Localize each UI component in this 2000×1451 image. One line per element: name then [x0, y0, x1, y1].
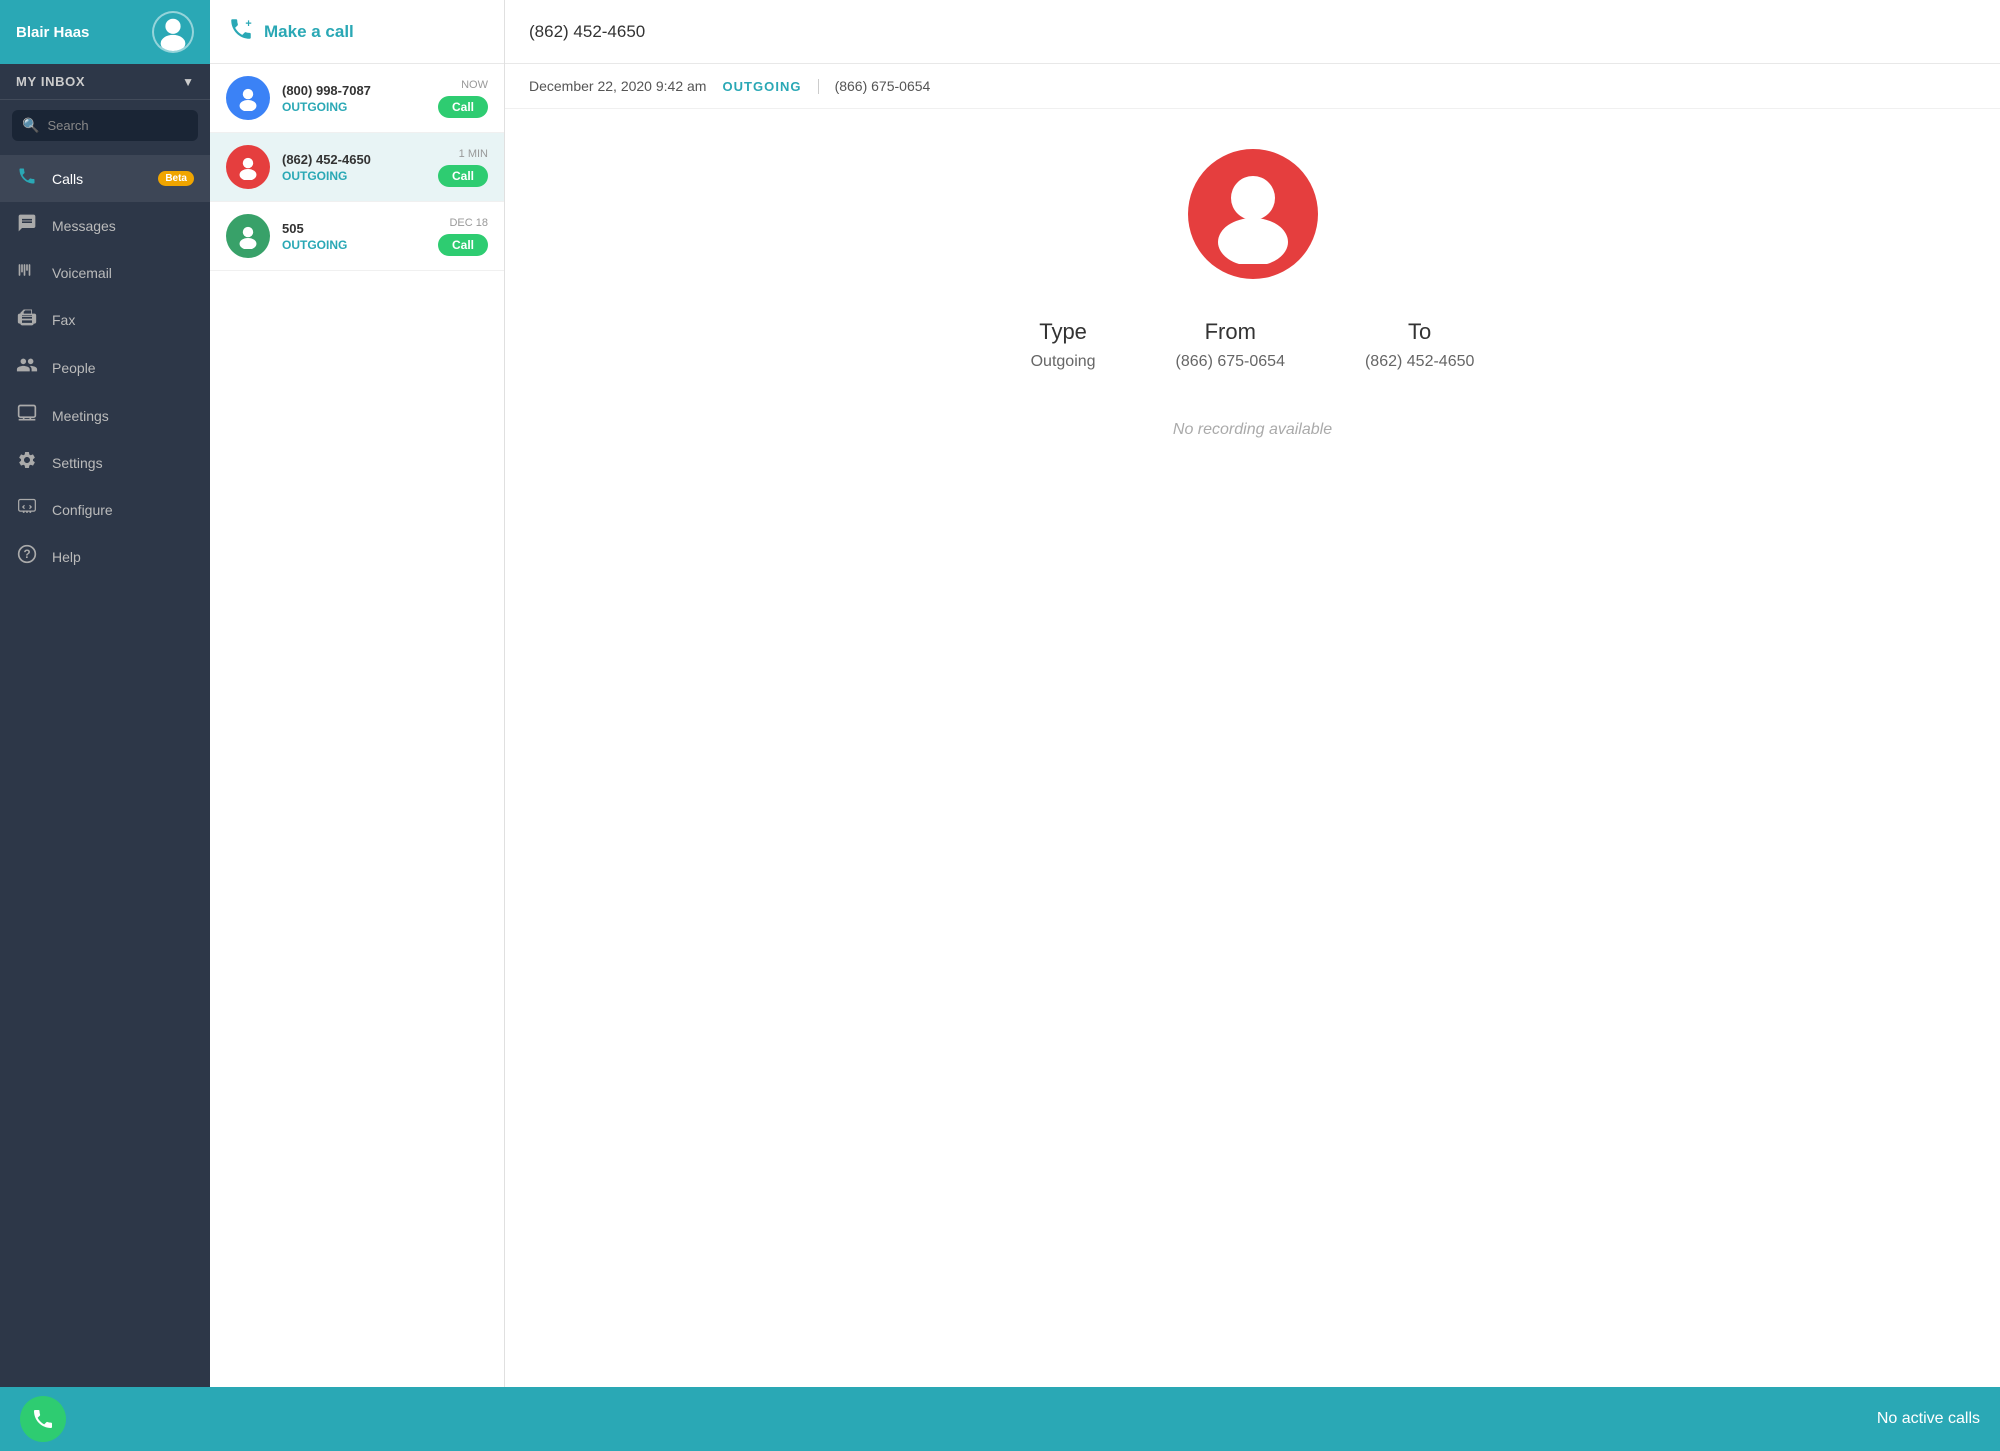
sidebar-item-voicemail[interactable]: Voicemail	[0, 249, 210, 296]
call-direction: OUTGOING	[282, 100, 426, 114]
call-list-panel: + Make a call (800) 998-7087	[210, 0, 505, 1387]
help-icon: ?	[16, 544, 38, 569]
make-call-label: Make a call	[264, 22, 354, 42]
sidebar-item-label-voicemail: Voicemail	[52, 265, 194, 281]
detail-body: Type Outgoing From (866) 675-0654 To (86…	[505, 109, 2000, 1387]
call-item[interactable]: (800) 998-7087 OUTGOING NOW Call	[210, 64, 504, 133]
messages-icon	[16, 213, 38, 238]
detail-info-row: Type Outgoing From (866) 675-0654 To (86…	[1031, 319, 1475, 371]
call-meta: NOW Call	[438, 79, 488, 118]
svg-text:+: +	[245, 17, 251, 29]
beta-badge: Beta	[158, 171, 194, 186]
sidebar-item-label-people: People	[52, 360, 194, 376]
no-recording-text: No recording available	[1173, 421, 1332, 439]
svg-text:?: ?	[23, 548, 30, 561]
sidebar-item-fax[interactable]: Fax	[0, 296, 210, 343]
sidebar-item-label-calls: Calls	[52, 171, 144, 187]
sidebar: Blair Haas MY INBOX ▼ 🔍	[0, 0, 210, 1387]
search-input-wrap: 🔍	[12, 110, 198, 141]
inbox-label: MY INBOX	[16, 74, 174, 89]
call-direction: OUTGOING	[282, 238, 426, 252]
detail-from-value: (866) 675-0654	[1176, 353, 1285, 371]
calls-icon	[16, 166, 38, 191]
call-info: (800) 998-7087 OUTGOING	[282, 83, 426, 114]
call-avatar	[226, 145, 270, 189]
make-call-icon: +	[228, 16, 254, 48]
detail-type-label: Type	[1039, 319, 1087, 345]
call-avatar	[226, 76, 270, 120]
main-area: Blair Haas MY INBOX ▼ 🔍	[0, 0, 2000, 1387]
sidebar-item-people[interactable]: People	[0, 343, 210, 392]
make-call-header[interactable]: + Make a call	[210, 0, 504, 64]
sidebar-item-label-configure: Configure	[52, 502, 194, 518]
voicemail-icon	[16, 260, 38, 285]
avatar[interactable]	[152, 11, 194, 53]
call-button[interactable]: Call	[438, 96, 488, 118]
sidebar-item-meetings[interactable]: Meetings	[0, 392, 210, 439]
call-item[interactable]: 505 OUTGOING DEC 18 Call	[210, 202, 504, 271]
app-container: Blair Haas MY INBOX ▼ 🔍	[0, 0, 2000, 1451]
detail-type-value: Outgoing	[1031, 353, 1096, 371]
sidebar-item-label-meetings: Meetings	[52, 408, 194, 424]
call-button[interactable]: Call	[438, 165, 488, 187]
detail-to-label: To	[1408, 319, 1431, 345]
people-icon	[16, 354, 38, 381]
nav-items: Calls Beta Messages	[0, 151, 210, 1387]
call-items: (800) 998-7087 OUTGOING NOW Call	[210, 64, 504, 1387]
call-info: (862) 452-4650 OUTGOING	[282, 152, 426, 183]
detail-info-col-to: To (862) 452-4650	[1365, 319, 1474, 371]
call-time: 1 MIN	[459, 148, 488, 160]
fax-icon	[16, 307, 38, 332]
call-button[interactable]: Call	[438, 234, 488, 256]
settings-icon	[16, 450, 38, 475]
meetings-icon	[16, 403, 38, 428]
detail-avatar	[1188, 149, 1318, 279]
call-number: 505	[282, 221, 426, 236]
sidebar-header: Blair Haas	[0, 0, 210, 64]
sidebar-item-settings[interactable]: Settings	[0, 439, 210, 486]
detail-outgoing-badge: OUTGOING	[722, 79, 818, 94]
call-time: DEC 18	[449, 217, 488, 229]
call-avatar	[226, 214, 270, 258]
sidebar-item-label-fax: Fax	[52, 312, 194, 328]
footer-call-button[interactable]	[20, 1396, 66, 1442]
inbox-row[interactable]: MY INBOX ▼	[0, 64, 210, 100]
sidebar-item-messages[interactable]: Messages	[0, 202, 210, 249]
call-meta: 1 MIN Call	[438, 148, 488, 187]
detail-from-label: From	[1205, 319, 1256, 345]
footer-status: No active calls	[1877, 1410, 1980, 1428]
search-box: 🔍	[0, 100, 210, 151]
call-meta: DEC 18 Call	[438, 217, 488, 256]
footer: No active calls	[0, 1387, 2000, 1451]
sidebar-item-help[interactable]: ? Help	[0, 533, 210, 580]
detail-phone-title: (862) 452-4650	[529, 22, 645, 42]
user-name: Blair Haas	[16, 24, 140, 41]
sidebar-item-label-settings: Settings	[52, 455, 194, 471]
sidebar-item-calls[interactable]: Calls Beta	[0, 155, 210, 202]
call-number: (800) 998-7087	[282, 83, 426, 98]
call-item[interactable]: (862) 452-4650 OUTGOING 1 MIN Call	[210, 133, 504, 202]
sidebar-item-configure[interactable]: Configure	[0, 486, 210, 533]
detail-header: (862) 452-4650	[505, 0, 2000, 64]
search-icon: 🔍	[22, 117, 39, 134]
detail-date: December 22, 2020 9:42 am	[529, 78, 706, 94]
call-info: 505 OUTGOING	[282, 221, 426, 252]
detail-sub-header: December 22, 2020 9:42 am OUTGOING (866)…	[505, 64, 2000, 109]
detail-to-value: (862) 452-4650	[1365, 353, 1474, 371]
search-input[interactable]	[47, 118, 223, 133]
call-direction: OUTGOING	[282, 169, 426, 183]
detail-info-col-from: From (866) 675-0654	[1176, 319, 1285, 371]
call-time: NOW	[461, 79, 488, 91]
detail-panel: (862) 452-4650 December 22, 2020 9:42 am…	[505, 0, 2000, 1387]
detail-info-col-type: Type Outgoing	[1031, 319, 1096, 371]
inbox-dropdown-icon: ▼	[182, 75, 194, 89]
sidebar-item-label-help: Help	[52, 549, 194, 565]
detail-from-number: (866) 675-0654	[835, 78, 931, 94]
sidebar-item-label-messages: Messages	[52, 218, 194, 234]
configure-icon	[16, 497, 38, 522]
call-number: (862) 452-4650	[282, 152, 426, 167]
